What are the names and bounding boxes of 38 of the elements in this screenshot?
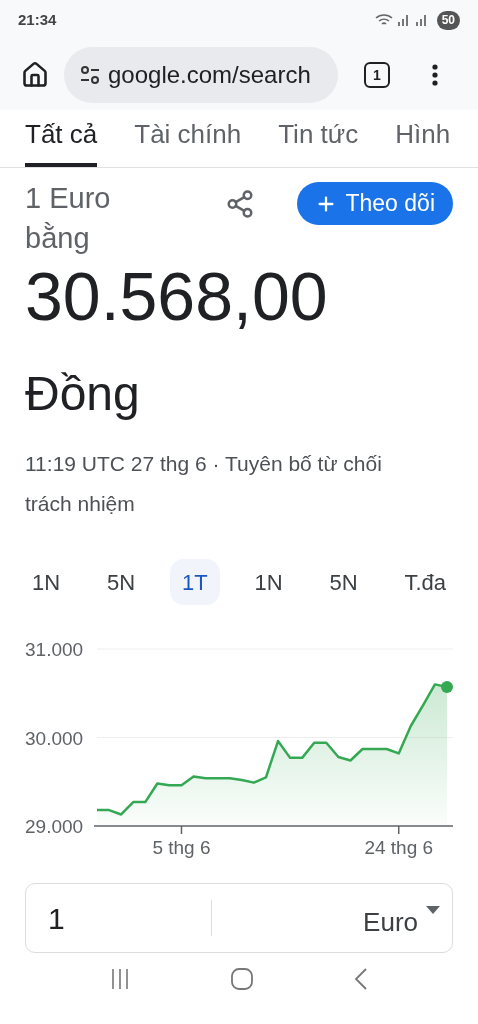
y-tick-label: 31.000	[25, 639, 84, 660]
current-point	[441, 681, 453, 694]
search-tab[interactable]: Tài chính	[134, 110, 242, 167]
url-text: google.com/search	[108, 60, 311, 90]
battery-level: 50	[436, 10, 460, 30]
range-tab[interactable]: 1N	[242, 559, 295, 605]
dropdown-caret-icon	[426, 906, 440, 914]
range-tab[interactable]: 5N	[94, 559, 148, 605]
conversion-label: 1 Euro bằng	[25, 181, 111, 256]
currency-name: Đồng	[24, 366, 141, 422]
search-tab[interactable]: Tin tức	[278, 110, 359, 167]
range-tab[interactable]: 5N	[317, 559, 370, 605]
follow-button[interactable]: Theo dõi	[297, 182, 453, 225]
range-tab[interactable]: T.đa	[392, 559, 458, 605]
more-icon	[432, 64, 438, 86]
status-time: 21:34	[18, 9, 57, 30]
timestamp-disclaimer: 11:19 UTC 27 thg 6 · Tuyên bố từ chối trách nhiệm	[24, 451, 383, 517]
x-tick-label: 24 thg 6	[364, 837, 434, 858]
back-icon[interactable]	[352, 967, 369, 991]
range-tab[interactable]: 1T	[169, 559, 220, 605]
address-bar[interactable]: google.com/search	[64, 47, 338, 103]
menu-button[interactable]	[432, 64, 438, 86]
y-tick-label: 30.000	[25, 727, 84, 749]
search-tab[interactable]: Tất cả	[25, 110, 98, 167]
tab-count-button[interactable]: 1	[364, 62, 390, 88]
y-tick-label: 29.000	[25, 816, 84, 837]
wifi-icon	[374, 13, 393, 27]
signal-icon	[414, 14, 429, 26]
x-tick-label: 5 thg 6	[152, 837, 211, 858]
currency-select[interactable]: Euro	[212, 884, 452, 952]
home-nav-icon[interactable]	[230, 967, 254, 991]
converter-field[interactable]: 1 Euro	[25, 883, 453, 953]
range-tab[interactable]: 1N	[20, 559, 73, 605]
amount-value: 1	[47, 901, 66, 937]
signal-icon	[396, 14, 411, 26]
tune-icon	[80, 66, 100, 84]
converted-value: 30.568,00	[24, 258, 329, 334]
search-tab[interactable]: Hình	[395, 110, 451, 167]
